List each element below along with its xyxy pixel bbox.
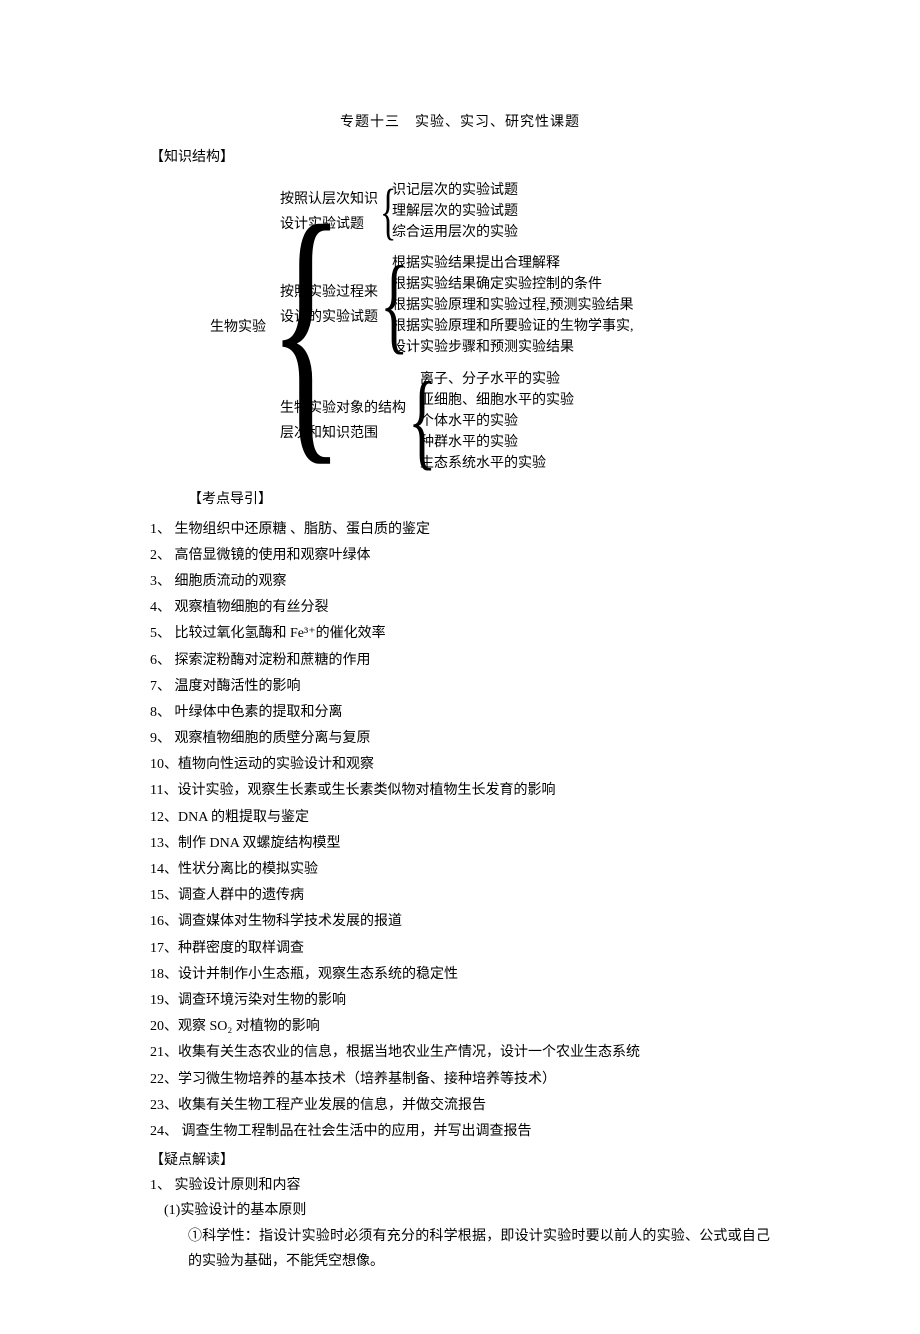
list-item: 10、植物向性运动的实验设计和观察 bbox=[150, 752, 770, 777]
list-item: 11、设计实验，观察生长素或生长素类似物对植物生长发育的影响 bbox=[150, 778, 770, 803]
list-item: 12、DNA 的粗提取与鉴定 bbox=[150, 805, 770, 830]
diagram-item: 设计实验步骤和预测实验结果 bbox=[392, 337, 634, 358]
diagram-item: 综合运用层次的实验 bbox=[392, 222, 518, 243]
list-item: 9、 观察植物细胞的质壁分离与复原 bbox=[150, 726, 770, 751]
brace-icon: { bbox=[268, 183, 275, 473]
diagram-item: 生态系统水平的实验 bbox=[420, 453, 574, 474]
list-item: 24、 调查生物工程制品在社会生活中的应用，并写出调查报告 bbox=[150, 1119, 770, 1144]
diagram-item: 识记层次的实验试题 bbox=[392, 180, 518, 201]
doubt-subitem: (1)实验设计的基本原则 bbox=[164, 1198, 770, 1223]
list-item: 3、 细胞质流动的观察 bbox=[150, 569, 770, 594]
diagram-item: 理解层次的实验试题 bbox=[392, 201, 518, 222]
diagram-item: 离子、分子水平的实验 bbox=[420, 369, 574, 390]
knowledge-structure-heading: 【知识结构】 bbox=[150, 145, 770, 170]
list-item: 13、制作 DNA 双螺旋结构模型 bbox=[150, 831, 770, 856]
brace-icon: { bbox=[380, 251, 387, 359]
list-item: 5、 比较过氧化氢酶和 Fe³⁺的催化效率 bbox=[150, 621, 770, 646]
list-item: 6、 探索淀粉酶对淀粉和蔗糖的作用 bbox=[150, 648, 770, 673]
list-item: 7、 温度对酶活性的影响 bbox=[150, 674, 770, 699]
diagram-item: 根据实验结果提出合理解释 bbox=[392, 253, 634, 274]
brace-icon: { bbox=[408, 367, 415, 475]
list-item: 8、 叶绿体中色素的提取和分离 bbox=[150, 700, 770, 725]
doubt-heading: 【疑点解读】 bbox=[150, 1148, 770, 1173]
brace-icon: { bbox=[380, 181, 387, 243]
diagram-item: 根据实验结果确定实验控制的条件 bbox=[392, 274, 634, 295]
list-item: 2、 高倍显微镜的使用和观察叶绿体 bbox=[150, 543, 770, 568]
list-item: 22、学习微生物培养的基本技术（培养基制备、接种培养等技术） bbox=[150, 1067, 770, 1092]
guide-heading: 【考点导引】 bbox=[188, 487, 770, 512]
list-item: 14、性状分离比的模拟实验 bbox=[150, 857, 770, 882]
list-item: 1、 生物组织中还原糖 、脂肪、蛋白质的鉴定 bbox=[150, 517, 770, 542]
list-item: 19、调查环境污染对生物的影响 bbox=[150, 988, 770, 1013]
list-item: 20、观察 SO₂ 对植物的影响 bbox=[150, 1014, 770, 1039]
diagram-item: 个体水平的实验 bbox=[420, 411, 574, 432]
list-item: 4、 观察植物细胞的有丝分裂 bbox=[150, 595, 770, 620]
list-item: 18、设计并制作小生态瓶，观察生态系统的稳定性 bbox=[150, 962, 770, 987]
list-item: 17、种群密度的取样调查 bbox=[150, 936, 770, 961]
list-item: 21、收集有关生态农业的信息，根据当地农业生产情况，设计一个农业生态系统 bbox=[150, 1040, 770, 1065]
diagram-item: 根据实验原理和实验过程,预测实验结果 bbox=[392, 295, 634, 316]
diagram-item: 亚细胞、细胞水平的实验 bbox=[420, 390, 574, 411]
document-page: 专题十三 实验、实习、研究性课题 【知识结构】 生物实验 { 按照认层次知识 设… bbox=[0, 0, 920, 1334]
doubt-item-1: 1、 实验设计原则和内容 bbox=[150, 1173, 770, 1198]
structure-diagram: 生物实验 { 按照认层次知识 设计实验试题 { 识记层次的实验试题 理解层次的实… bbox=[210, 176, 770, 479]
diagram-item: 根据实验原理和所要验证的生物学事实, bbox=[392, 316, 634, 337]
diagram-item: 种群水平的实验 bbox=[420, 432, 574, 453]
guide-list: 1、 生物组织中还原糖 、脂肪、蛋白质的鉴定 2、 高倍显微镜的使用和观察叶绿体… bbox=[150, 517, 770, 1145]
list-item: 23、收集有关生物工程产业发展的信息，并做交流报告 bbox=[150, 1093, 770, 1118]
diagram-root-label: 生物实验 bbox=[210, 315, 266, 340]
list-item: 16、调查媒体对生物科学技术发展的报道 bbox=[150, 909, 770, 934]
page-title: 专题十三 实验、实习、研究性课题 bbox=[150, 110, 770, 135]
doubt-text: ①科学性：指设计实验时必须有充分的科学根据，即设计实验时要以前人的实验、公式或自… bbox=[188, 1224, 770, 1274]
list-item: 15、调查人群中的遗传病 bbox=[150, 883, 770, 908]
